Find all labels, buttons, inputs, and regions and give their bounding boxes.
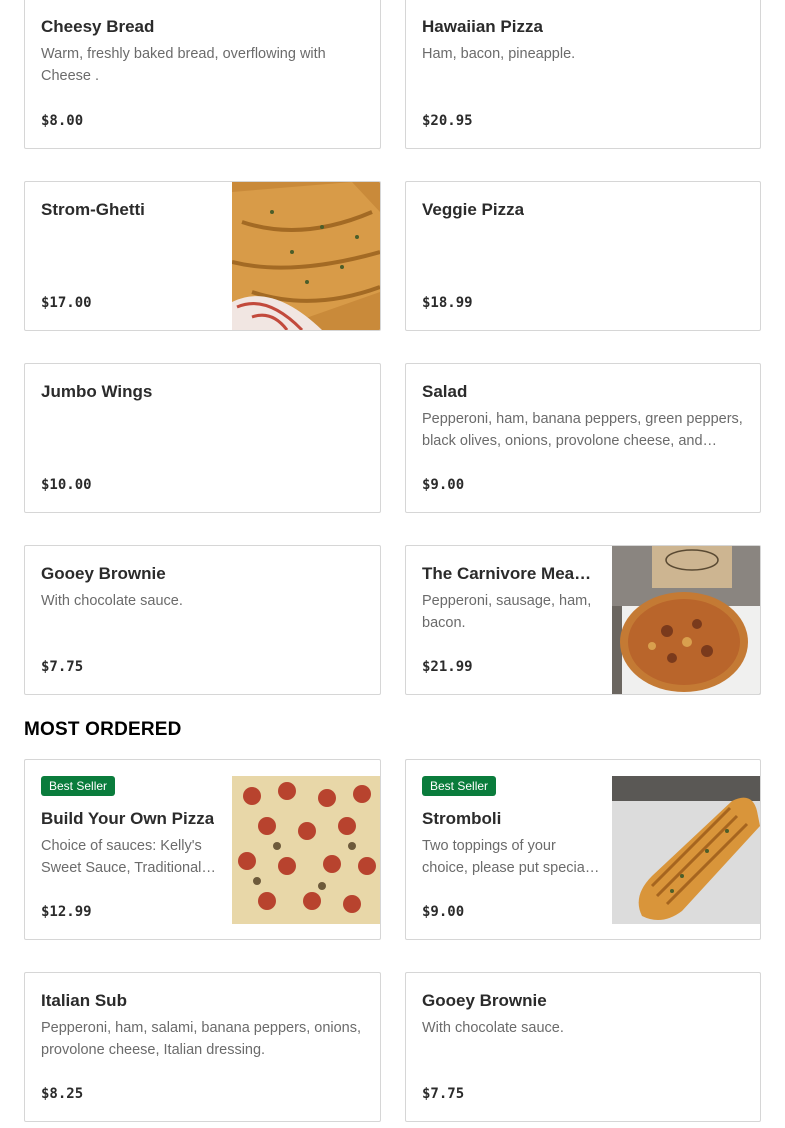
menu-item-card[interactable]: Veggie Pizza $18.99 [405,181,761,331]
item-name: Gooey Brownie [41,564,166,583]
item-price: $17.00 [41,295,92,311]
item-name: Gooey Brownie [422,991,547,1010]
item-price: $10.00 [41,477,92,493]
item-price: $9.00 [422,904,465,920]
menu-item-card[interactable]: The Carnivore Meat… Pepperoni, sausage, … [405,545,761,695]
best-seller-badge: Best Seller [422,776,497,796]
item-price: $9.00 [422,477,465,493]
item-description: With chocolate sauce. [41,593,183,609]
item-name: Stromboli [422,809,502,828]
item-name: Salad [422,382,468,401]
item-name: Strom-Ghetti [41,200,145,219]
item-description: Two toppings of your choice, please put … [422,838,600,876]
strom-ghetti-photo [232,182,380,330]
menu-item-card[interactable]: Italian Sub Pepperoni, ham, salami, bana… [24,972,381,1122]
item-description: With chocolate sauce. [422,1020,564,1036]
menu-item-card[interactable]: Salad Pepperoni, ham, banana peppers, gr… [405,363,761,513]
menu-item-card[interactable]: Best Seller Stromboli Two toppings of yo… [405,759,761,940]
item-name: Hawaiian Pizza [422,17,543,36]
item-name: Jumbo Wings [41,382,153,401]
item-description: Pepperoni, ham, banana peppers, green pe… [422,411,743,449]
build-your-own-pizza-photo [232,776,380,924]
item-description: Warm, freshly baked bread, overflowing w… [41,46,326,84]
item-name: The Carnivore Meat… [422,564,594,583]
menu-item-card[interactable]: Gooey Brownie With chocolate sauce. $7.7… [405,972,761,1122]
menu-item-card[interactable]: Hawaiian Pizza Ham, bacon, pineapple. $2… [405,0,761,149]
item-name: Build Your Own Pizza [41,809,215,828]
carnivore-pizza-photo [612,546,760,694]
item-name: Cheesy Bread [41,17,155,36]
item-price: $21.99 [422,659,473,675]
menu-item-card[interactable]: Best Seller Build Your Own Pizza Choice … [24,759,381,940]
item-description: Choice of sauces: Kelly's Sweet Sauce, T… [41,838,216,876]
item-price: $18.99 [422,295,473,311]
item-name: Italian Sub [41,991,127,1010]
item-price: $8.25 [41,1086,84,1102]
item-description: Pepperoni, ham, salami, banana peppers, … [41,1020,362,1058]
item-description: Pepperoni, sausage, ham, bacon. [422,593,592,631]
item-price: $8.00 [41,113,84,129]
stromboli-photo [612,776,760,924]
menu-item-card[interactable]: Cheesy Bread Warm, freshly baked bread, … [24,0,381,149]
item-price: $7.75 [41,659,84,675]
menu-item-card[interactable]: Jumbo Wings $10.00 [24,363,381,513]
item-price: $7.75 [422,1086,465,1102]
menu-item-card[interactable]: Gooey Brownie With chocolate sauce. $7.7… [24,545,381,695]
item-price: $12.99 [41,904,92,920]
item-description: Ham, bacon, pineapple. [422,46,576,62]
item-price: $20.95 [422,113,473,129]
item-name: Veggie Pizza [422,200,525,219]
best-seller-badge: Best Seller [41,776,116,796]
menu-item-card[interactable]: Strom-Ghetti $17.00 [24,181,381,331]
section-title: MOST ORDERED [24,719,182,740]
